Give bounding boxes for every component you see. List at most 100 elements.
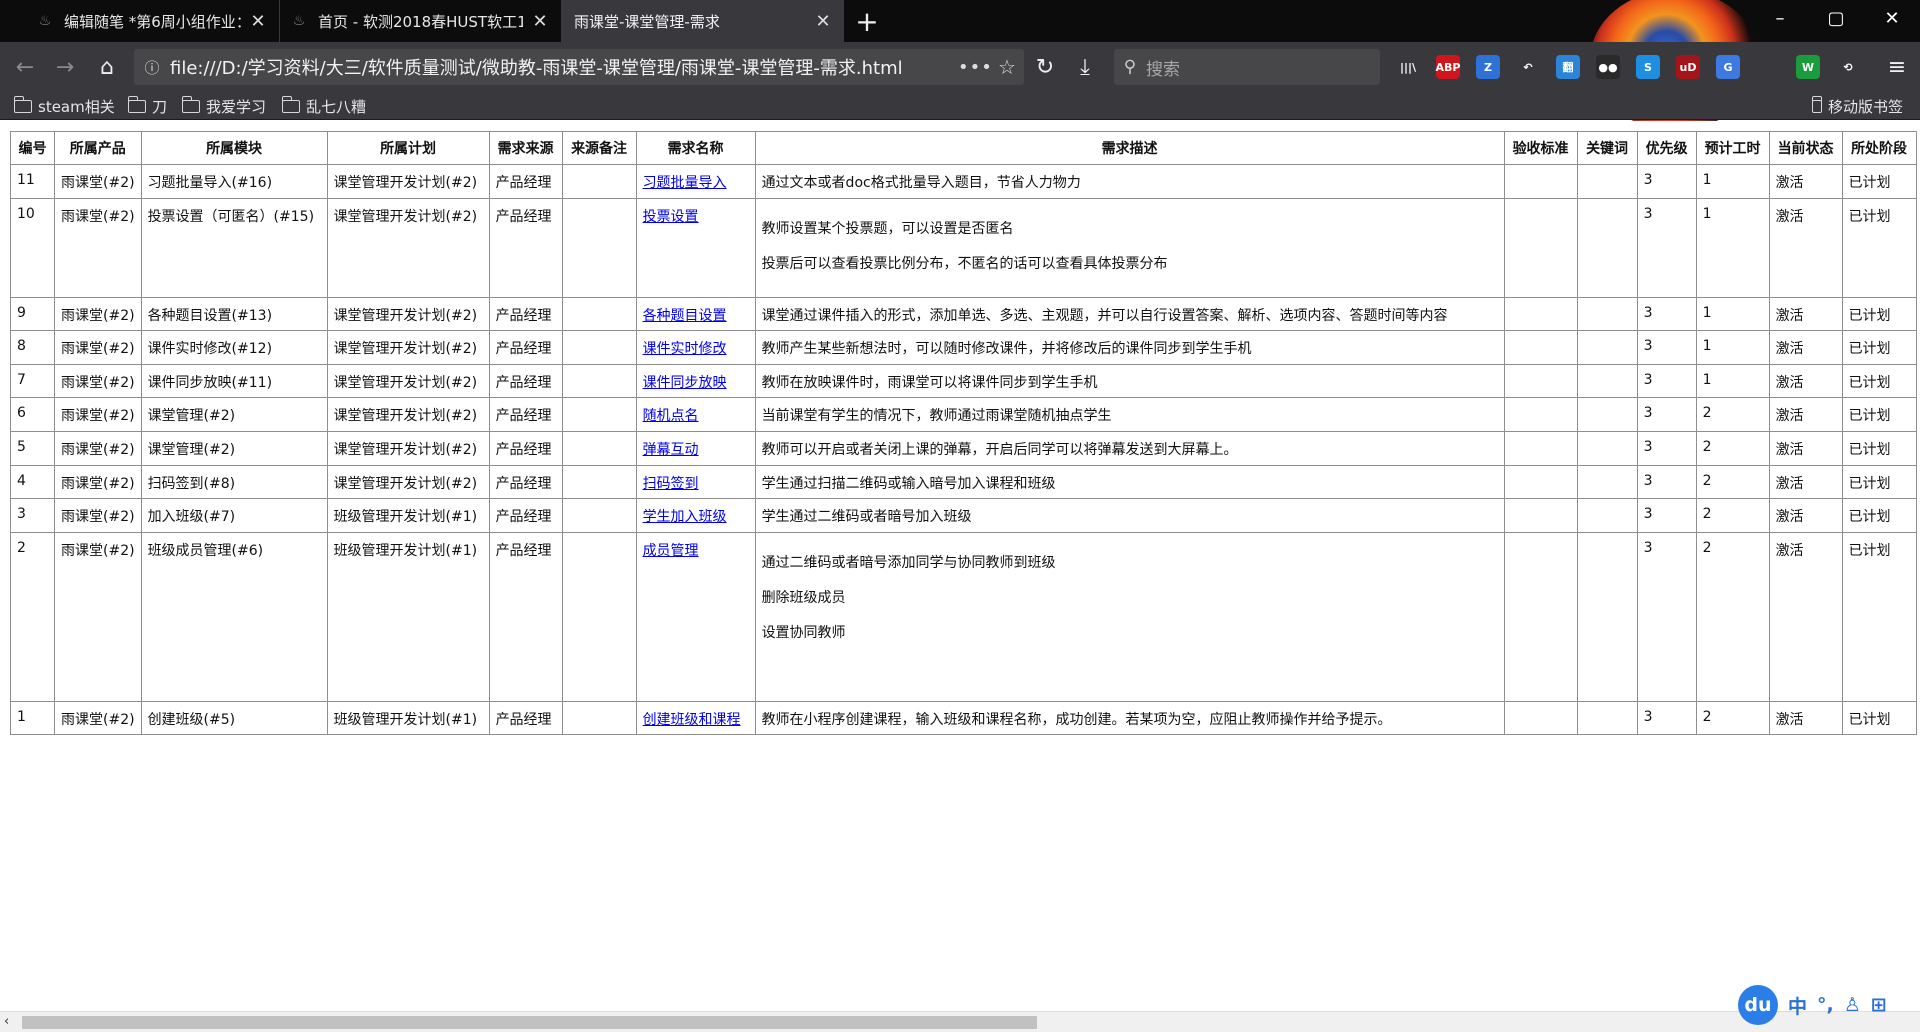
hours-cell: 1 bbox=[1695, 330, 1770, 365]
baidu-ime-logo[interactable]: du bbox=[1738, 985, 1778, 1025]
bookmark-star-icon[interactable]: ☆ bbox=[990, 55, 1024, 79]
tab-close-icon[interactable]: ✕ bbox=[247, 10, 269, 32]
note-cell bbox=[561, 700, 637, 736]
horizontal-scrollbar[interactable]: ‹ bbox=[0, 1011, 1920, 1032]
maximize-button[interactable]: ▢ bbox=[1808, 0, 1864, 36]
product-cell: 雨课堂(#2) bbox=[54, 430, 142, 466]
criteria-cell bbox=[1503, 700, 1578, 736]
folder-icon bbox=[127, 95, 146, 113]
forward-button[interactable]: → bbox=[48, 50, 82, 84]
menu-button[interactable]: ≡ bbox=[1880, 50, 1914, 84]
keyword-cell bbox=[1576, 430, 1638, 466]
description-line: 设置协同教师 bbox=[761, 624, 846, 641]
info-icon[interactable]: ⓘ bbox=[134, 57, 170, 78]
module-cell: 课堂管理(#2) bbox=[140, 430, 328, 466]
bookmark-folder[interactable]: 乱七八糟 bbox=[281, 95, 366, 117]
stage-cell: 已计划 bbox=[1841, 197, 1917, 298]
search-input[interactable]: 搜索 bbox=[1146, 55, 1180, 80]
column-header: 预计工时 bbox=[1695, 131, 1770, 165]
product-cell: 雨课堂(#2) bbox=[54, 498, 142, 533]
table-row: 11 雨课堂(#2) 习题批量导入(#16) 课堂管理开发计划(#2) 产品经理 习题批量… bbox=[10, 164, 1917, 199]
tampermonkey-icon[interactable]: ●● bbox=[1596, 55, 1620, 79]
scrollbar-thumb[interactable] bbox=[22, 1016, 1037, 1029]
cnblogs-favicon-icon: ♨ bbox=[292, 13, 306, 29]
requirement-link[interactable]: 习题批量导入 bbox=[643, 175, 727, 191]
bookmark-folder[interactable]: 刀 bbox=[127, 95, 167, 117]
requirement-name-cell: 课件实时修改 bbox=[635, 330, 756, 365]
requirement-link[interactable]: 投票设置 bbox=[643, 209, 699, 225]
tab-title: 编辑随笔 *第6周小组作业：软件 bbox=[64, 12, 241, 31]
search-bar[interactable]: ⚲ 搜索 bbox=[1114, 49, 1380, 85]
requirement-description: 教师可以开启或者关闭上课的弹幕，开启后同学可以将弹幕发送到大屏幕上。 bbox=[754, 430, 1505, 466]
scroll-left-icon[interactable]: ‹ bbox=[4, 1014, 9, 1029]
close-window-button[interactable]: ✕ bbox=[1864, 0, 1920, 36]
back-button[interactable]: ← bbox=[8, 50, 42, 84]
id-cell: 8 bbox=[10, 330, 55, 365]
column-header: 来源备注 bbox=[561, 131, 637, 165]
ublock-icon[interactable]: uD bbox=[1676, 55, 1700, 79]
downloads-button[interactable]: ⤓ bbox=[1068, 50, 1102, 84]
criteria-cell bbox=[1503, 498, 1578, 533]
ime-grid-icon[interactable]: ⊞ bbox=[1871, 994, 1887, 1016]
tab-close-icon[interactable]: ✕ bbox=[812, 10, 834, 32]
requirement-link[interactable]: 随机点名 bbox=[643, 408, 699, 424]
table-row: 2 雨课堂(#2) 班级成员管理(#6) 班级管理开发计划(#1) 产品经理 成员管理 通过… bbox=[10, 531, 1917, 702]
priority-cell: 3 bbox=[1636, 498, 1697, 533]
stage-cell: 已计划 bbox=[1841, 330, 1917, 365]
url-text[interactable]: file:///D:/学习资料/大三/软件质量测试/微助教-雨课堂-课堂管理/雨… bbox=[170, 54, 958, 80]
ime-language-toggle[interactable]: 中 bbox=[1788, 992, 1807, 1019]
requirement-description: 学生通过扫描二维码或输入暗号加入课程和班级 bbox=[754, 464, 1505, 500]
id-cell: 7 bbox=[10, 363, 55, 399]
plan-cell: 课堂管理开发计划(#2) bbox=[326, 430, 490, 466]
tab-edit-post[interactable]: ♨ 编辑随笔 *第6周小组作业：软件 ✕ bbox=[26, 0, 280, 42]
google-translate-icon[interactable]: G bbox=[1716, 55, 1740, 79]
skype-icon[interactable]: S bbox=[1636, 55, 1660, 79]
table-row: 10 雨课堂(#2) 投票设置（可匿名）(#15) 课堂管理开发计划(#2) 产品经理投… bbox=[10, 197, 1917, 298]
requirement-link[interactable]: 学生加入班级 bbox=[643, 509, 727, 525]
requirement-link[interactable]: 各种题目设置 bbox=[643, 308, 727, 324]
keyword-cell bbox=[1576, 464, 1638, 500]
tab-close-icon[interactable]: ✕ bbox=[529, 10, 551, 32]
bookmark-label: 移动版书签 bbox=[1828, 97, 1904, 116]
hours-cell: 2 bbox=[1695, 531, 1770, 702]
bookmark-folder[interactable]: steam相关 bbox=[13, 95, 115, 117]
bookmark-folder[interactable]: 我爱学习 bbox=[181, 95, 266, 117]
sync-icon[interactable]: ⟲ bbox=[1836, 55, 1860, 79]
minimize-button[interactable]: – bbox=[1752, 0, 1808, 36]
column-header: 需求来源 bbox=[488, 131, 563, 165]
requirement-link[interactable]: 创建班级和课程 bbox=[643, 712, 741, 728]
table-row: 3 雨课堂(#2) 加入班级(#7) 班级管理开发计划(#1) 产品经理 学生加入班级 学生… bbox=[10, 498, 1917, 533]
status-cell: 激活 bbox=[1768, 700, 1843, 736]
column-header: 所属模块 bbox=[140, 131, 328, 165]
description-line: 通过二维码或者暗号添加同学与协同教师到班级 bbox=[761, 554, 1056, 571]
stage-cell: 已计划 bbox=[1841, 164, 1917, 199]
status-cell: 激活 bbox=[1768, 330, 1843, 365]
zotero-icon[interactable]: Z bbox=[1476, 55, 1500, 79]
tab-active-requirements[interactable]: 雨课堂-课堂管理-需求 ✕ bbox=[562, 0, 844, 42]
undo-close-tab-icon[interactable]: ↶ bbox=[1516, 55, 1540, 79]
url-bar[interactable]: ⓘ file:///D:/学习资料/大三/软件质量测试/微助教-雨课堂-课堂管理… bbox=[134, 49, 1024, 85]
translate-icon[interactable]: 翻 bbox=[1556, 55, 1580, 79]
requirement-link[interactable]: 课件同步放映 bbox=[643, 375, 727, 391]
ime-punctuation-icon[interactable]: °, bbox=[1817, 994, 1834, 1016]
source-cell: 产品经理 bbox=[488, 164, 563, 199]
product-cell: 雨课堂(#2) bbox=[54, 700, 142, 736]
description-line: 删除班级成员 bbox=[761, 589, 846, 606]
requirement-link[interactable]: 扫码签到 bbox=[643, 476, 699, 492]
requirement-link[interactable]: 成员管理 bbox=[643, 543, 699, 559]
id-cell: 5 bbox=[10, 430, 55, 466]
mobile-bookmarks[interactable]: 移动版书签 bbox=[1811, 95, 1904, 117]
reload-button[interactable]: ↻ bbox=[1028, 50, 1062, 84]
new-tab-button[interactable]: + bbox=[850, 4, 884, 38]
bookmark-label: steam相关 bbox=[38, 97, 115, 116]
page-actions-icon[interactable]: ••• bbox=[958, 57, 992, 78]
requirement-link[interactable]: 课件实时修改 bbox=[643, 341, 727, 357]
ime-user-icon[interactable]: ♙ bbox=[1844, 994, 1861, 1016]
library-icon[interactable]: |||\ bbox=[1396, 55, 1420, 79]
adblock-plus-icon[interactable]: ABP bbox=[1436, 55, 1460, 79]
tab-home[interactable]: ♨ 首页 - 软测2018春HUST软工1 ✕ bbox=[280, 0, 562, 42]
priority-cell: 3 bbox=[1636, 197, 1697, 298]
requirement-link[interactable]: 弹幕互动 bbox=[643, 442, 699, 458]
home-button[interactable]: ⌂ bbox=[90, 50, 124, 84]
wappalyzer-icon[interactable]: W bbox=[1796, 55, 1820, 79]
